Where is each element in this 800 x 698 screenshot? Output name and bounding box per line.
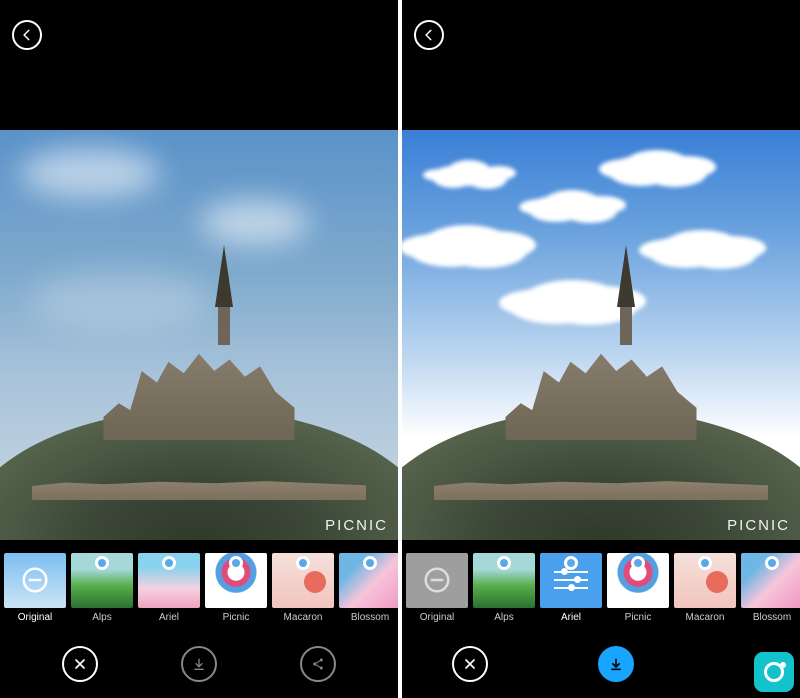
filter-strip[interactable]: Original Alps Ariel Picnic Macaron Bloss… <box>0 540 398 630</box>
filter-thumb <box>205 553 267 608</box>
back-button[interactable] <box>12 20 42 50</box>
cloud-dot-icon <box>497 556 511 570</box>
bottom-bar <box>0 630 398 698</box>
filter-label: Blossom <box>351 612 389 623</box>
filter-thumb <box>741 553 800 608</box>
filter-label: Ariel <box>561 612 581 623</box>
filter-alps[interactable]: Alps <box>473 553 535 623</box>
close-button[interactable] <box>62 646 98 682</box>
filter-thumb <box>71 553 133 608</box>
filter-thumb <box>272 553 334 608</box>
download-icon <box>608 656 624 672</box>
app-logo-icon <box>764 662 784 682</box>
download-icon <box>191 656 207 672</box>
filter-label: Blossom <box>753 612 791 623</box>
filter-thumb <box>4 553 66 608</box>
castle <box>402 302 800 540</box>
filter-strip[interactable]: Original Alps Ariel Picnic Macaron Bloss… <box>402 540 800 630</box>
filter-alps[interactable]: Alps <box>71 553 133 623</box>
filter-thumb <box>607 553 669 608</box>
filter-thumb-selected <box>540 553 602 608</box>
screen-left: PICNIC Original Alps Ariel Picnic Macaro… <box>0 0 398 698</box>
filter-label: Macaron <box>686 612 725 623</box>
filter-label: Original <box>420 612 454 623</box>
castle <box>0 302 398 540</box>
minus-circle-icon <box>422 565 452 595</box>
cloud-dot-icon <box>698 556 712 570</box>
filter-label: Alps <box>494 612 513 623</box>
back-button[interactable] <box>414 20 444 50</box>
top-bar <box>0 0 398 58</box>
filter-label: Picnic <box>223 612 250 623</box>
cloud-dot-icon <box>162 556 176 570</box>
filter-thumb <box>339 553 398 608</box>
share-button[interactable] <box>300 646 336 682</box>
filter-label: Ariel <box>159 612 179 623</box>
filter-ariel[interactable]: Ariel <box>138 553 200 623</box>
photo-preview[interactable]: PICNIC <box>402 130 800 540</box>
cloud-dot-icon <box>765 556 779 570</box>
filter-picnic[interactable]: Picnic <box>205 553 267 623</box>
filter-blossom[interactable]: Blossom <box>741 553 800 623</box>
share-icon <box>310 656 326 672</box>
download-button[interactable] <box>598 646 634 682</box>
filter-picnic[interactable]: Picnic <box>607 553 669 623</box>
filter-original[interactable]: Original <box>4 553 66 623</box>
top-spacer <box>402 58 800 130</box>
arrow-left-icon <box>422 28 436 42</box>
close-icon <box>72 656 88 672</box>
cloud-dot-icon <box>296 556 310 570</box>
top-bar <box>402 0 800 58</box>
filter-thumb <box>138 553 200 608</box>
screen-right: PICNIC Original Alps Ariel Picnic Macaro… <box>402 0 800 698</box>
filter-label: Original <box>18 612 52 623</box>
filter-thumb <box>674 553 736 608</box>
cloud-dot-icon <box>631 556 645 570</box>
filter-thumb <box>473 553 535 608</box>
watermark: PICNIC <box>727 517 790 534</box>
top-spacer <box>0 58 398 130</box>
cloud-dot-icon <box>229 556 243 570</box>
close-icon <box>462 656 478 672</box>
minus-circle-icon <box>20 565 50 595</box>
app-badge <box>754 652 794 692</box>
filter-macaron[interactable]: Macaron <box>674 553 736 623</box>
filter-original[interactable]: Original <box>406 553 468 623</box>
filter-macaron[interactable]: Macaron <box>272 553 334 623</box>
photo-preview[interactable]: PICNIC <box>0 130 398 540</box>
bottom-bar <box>402 630 800 698</box>
filter-label: Alps <box>92 612 111 623</box>
cloud-dot-icon <box>363 556 377 570</box>
filter-thumb <box>406 553 468 608</box>
close-button[interactable] <box>452 646 488 682</box>
filter-label: Macaron <box>284 612 323 623</box>
filter-ariel[interactable]: Ariel <box>540 553 602 623</box>
filter-label: Picnic <box>625 612 652 623</box>
download-button[interactable] <box>181 646 217 682</box>
watermark: PICNIC <box>325 517 388 534</box>
sliders-icon <box>554 571 588 589</box>
arrow-left-icon <box>20 28 34 42</box>
cloud-dot-icon <box>95 556 109 570</box>
filter-blossom[interactable]: Blossom <box>339 553 398 623</box>
